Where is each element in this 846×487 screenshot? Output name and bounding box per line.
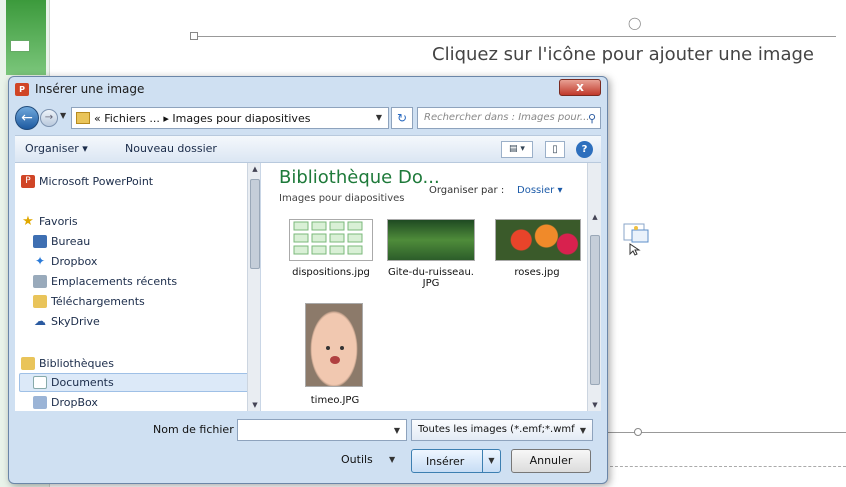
powerpoint-icon: P <box>15 83 29 96</box>
filename-input[interactable]: ▼ <box>237 419 407 441</box>
cancel-button[interactable]: Annuler <box>511 449 591 473</box>
insert-label: Insérer <box>426 455 465 468</box>
path-field[interactable]: « Fichiers ... ▸ Images pour diapositive… <box>71 107 389 129</box>
content-scrollbar[interactable]: ▲ ▼ <box>587 163 601 411</box>
chevron-down-icon[interactable]: ▼ <box>389 455 395 464</box>
nav-item-favoris[interactable]: ★ Favoris <box>22 215 78 228</box>
file-type-value: Toutes les images (*.emf;*.wmf <box>418 424 575 435</box>
search-input[interactable]: Rechercher dans : Images pour... ⚲ <box>417 107 601 129</box>
nav-item-label: DropBox <box>51 396 98 409</box>
dropbox-folder-icon <box>33 396 47 409</box>
nav-item-documents[interactable]: Documents <box>33 376 114 389</box>
resize-handle-top-left[interactable] <box>190 32 198 40</box>
nav-item-label: Favoris <box>39 215 78 228</box>
file-name[interactable]: roses.jpg <box>487 267 587 278</box>
chevron-down-icon[interactable]: ▼ <box>394 426 400 435</box>
scroll-up-icon[interactable]: ▲ <box>588 211 601 223</box>
command-bar: Organiser ▾ Nouveau dossier ▤ ▾ ▯ ? <box>15 135 601 163</box>
arrange-by-dropdown[interactable]: Dossier ▾ <box>517 185 562 196</box>
file-name[interactable]: dispositions.jpg <box>281 267 381 278</box>
nav-item-label: Dropbox <box>51 255 98 268</box>
dashed-guide <box>610 466 846 467</box>
search-placeholder: Rechercher dans : Images pour... <box>424 112 590 123</box>
downloads-icon <box>33 295 47 308</box>
organize-button[interactable]: Organiser ▾ <box>25 142 88 155</box>
dropbox-icon: ✦ <box>34 254 46 268</box>
dialog-footer: Nom de fichier : ▼ Toutes les images (*.… <box>15 411 601 481</box>
address-bar: ← → ▼ « Fichiers ... ▸ Images pour diapo… <box>15 105 601 131</box>
skydrive-icon: ☁ <box>34 314 46 328</box>
scroll-down-icon[interactable]: ▼ <box>588 399 601 411</box>
chevron-down-icon[interactable]: ▼ <box>376 113 382 122</box>
slide-thumbnail-mini <box>10 40 30 52</box>
dialog-titlebar[interactable]: P Insérer une image x <box>9 77 607 101</box>
nav-item-dropbox[interactable]: ✦ Dropbox <box>35 255 98 269</box>
nav-item-libraries[interactable]: Bibliothèques <box>21 357 114 370</box>
path-text: « Fichiers ... ▸ Images pour diapositive… <box>94 112 311 125</box>
scroll-thumb[interactable] <box>590 235 600 385</box>
nav-item-downloads[interactable]: Téléchargements <box>33 295 145 308</box>
tools-button[interactable]: Outils <box>341 453 373 466</box>
filename-label: Nom de fichier : <box>153 423 241 436</box>
nav-item-bureau[interactable]: Bureau <box>33 235 91 248</box>
star-icon: ★ <box>22 214 34 229</box>
recent-places-icon <box>33 275 47 288</box>
preview-pane-button[interactable]: ▯ <box>545 141 565 158</box>
nav-item-label: Téléchargements <box>51 295 145 308</box>
back-button[interactable]: ← <box>15 106 39 130</box>
library-subtitle: Images pour diapositives <box>279 193 405 204</box>
file-thumb-dispositions[interactable] <box>289 219 373 261</box>
placeholder-border-top <box>190 36 836 37</box>
chevron-down-icon[interactable]: ▼ <box>580 426 586 435</box>
folder-icon <box>76 112 90 124</box>
nav-item-recent[interactable]: Emplacements récents <box>33 275 178 288</box>
file-thumb-gite[interactable] <box>387 219 475 261</box>
nav-item-powerpoint[interactable]: P Microsoft PowerPoint <box>21 175 154 188</box>
nav-item-label: Microsoft PowerPoint <box>39 175 154 188</box>
file-thumb-timeo[interactable] <box>305 303 363 387</box>
rotate-handle-icon[interactable]: ◯ <box>628 16 641 30</box>
nav-item-label: Bureau <box>51 235 91 248</box>
nav-item-skydrive[interactable]: ☁ SkyDrive <box>34 315 100 329</box>
history-dropdown-icon[interactable]: ▼ <box>60 111 66 120</box>
navigation-pane: P Microsoft PowerPoint ★ Favoris Bureau … <box>15 163 261 411</box>
insert-button[interactable]: Insérer ▼ <box>411 449 501 473</box>
scroll-down-icon[interactable]: ▼ <box>248 399 260 411</box>
nav-scrollbar[interactable]: ▲ ▼ <box>247 163 260 411</box>
help-icon[interactable]: ? <box>576 141 593 158</box>
forward-button[interactable]: → <box>40 109 58 127</box>
library-title: Bibliothèque Do... <box>279 167 440 188</box>
insert-picture-dialog: P Insérer une image x ← → ▼ « Fichiers .… <box>8 76 608 484</box>
slide-thumbnail-green <box>6 0 46 75</box>
close-button[interactable]: x <box>559 79 601 96</box>
desktop-icon <box>33 235 47 248</box>
file-list: Bibliothèque Do... Images pour diapositi… <box>261 163 601 411</box>
arrange-by-label: Organiser par : <box>429 185 505 196</box>
file-name[interactable]: timeo.JPG <box>285 395 385 406</box>
resize-handle-bottom[interactable] <box>634 428 642 436</box>
view-options-button[interactable]: ▤ ▾ <box>501 141 533 158</box>
nav-item-dropbox-lib[interactable]: DropBox <box>33 396 98 409</box>
libraries-icon <box>21 357 35 370</box>
insert-picture-icon[interactable] <box>622 222 652 256</box>
nav-item-label: SkyDrive <box>51 315 100 328</box>
insert-dropdown-icon[interactable]: ▼ <box>482 450 500 472</box>
search-icon[interactable]: ⚲ <box>588 112 596 125</box>
nav-item-label: Documents <box>51 376 114 389</box>
refresh-button[interactable]: ↻ <box>391 107 413 129</box>
scroll-thumb[interactable] <box>250 179 260 269</box>
nav-item-label: Bibliothèques <box>39 357 114 370</box>
scroll-up-icon[interactable]: ▲ <box>248 163 260 175</box>
file-type-select[interactable]: Toutes les images (*.emf;*.wmf ▼ <box>411 419 593 441</box>
dialog-title: Insérer une image <box>35 82 145 96</box>
new-folder-button[interactable]: Nouveau dossier <box>125 142 217 155</box>
file-thumb-roses[interactable] <box>495 219 581 261</box>
nav-item-label: Emplacements récents <box>51 275 178 288</box>
file-name[interactable]: Gite-du-ruisseau. JPG <box>381 267 481 289</box>
placeholder-text[interactable]: Cliquez sur l'icône pour ajouter une ima… <box>432 44 814 65</box>
documents-icon <box>33 376 47 389</box>
powerpoint-icon: P <box>21 175 35 188</box>
